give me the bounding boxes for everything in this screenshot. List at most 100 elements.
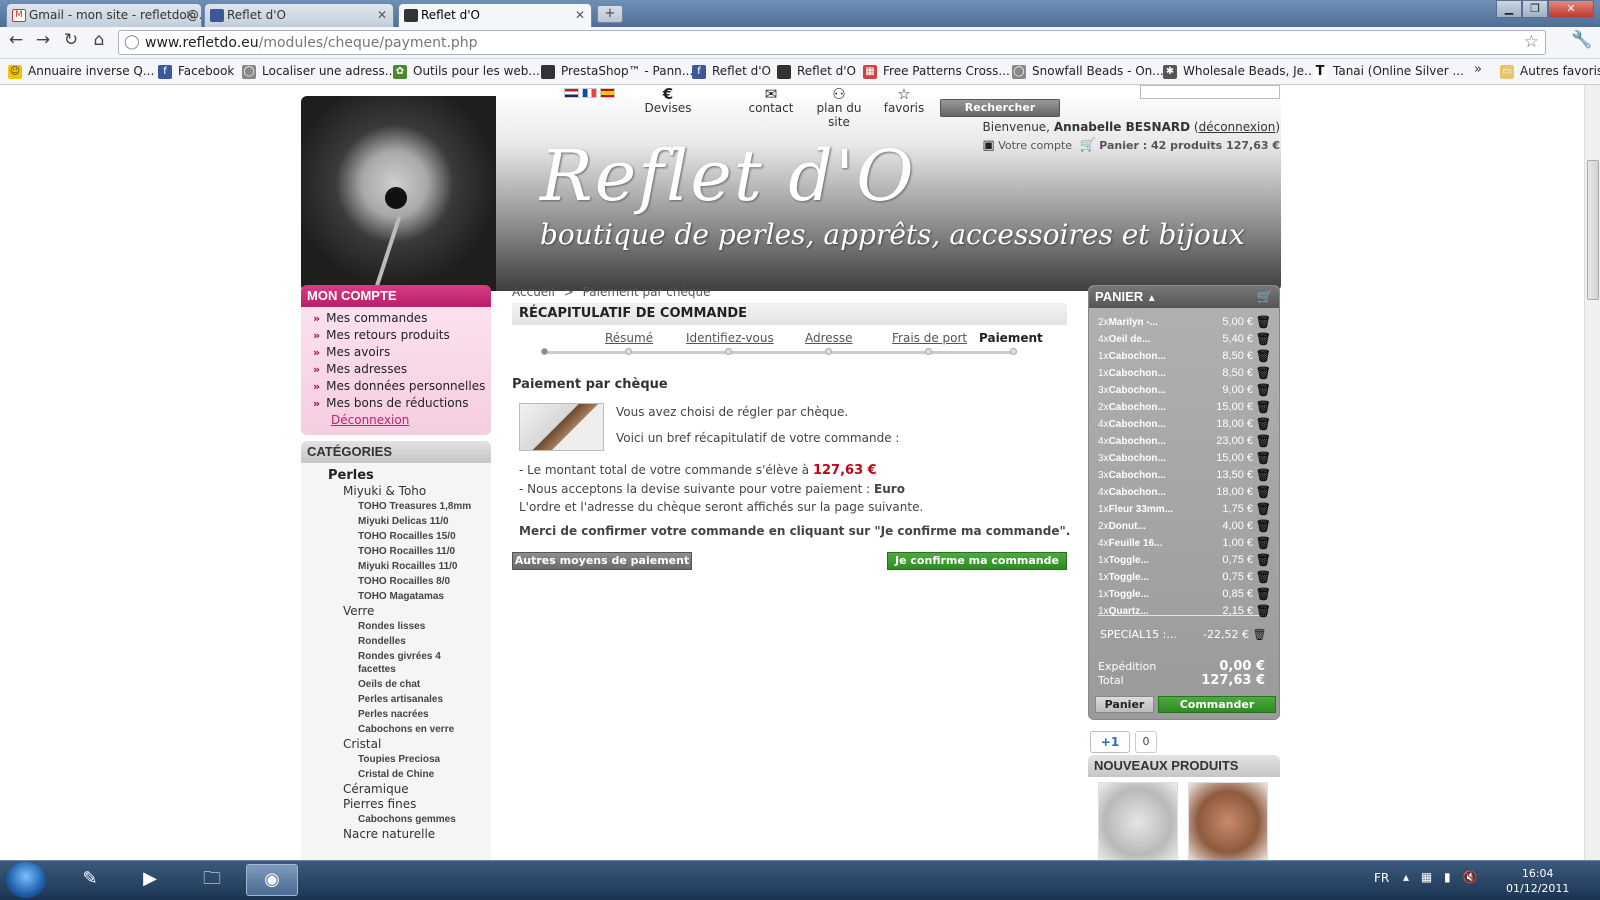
bookmark-tanai[interactable]: T Tanai (Online Silver ... bbox=[1313, 64, 1464, 79]
trash-icon[interactable]: 🗑 bbox=[1256, 467, 1271, 484]
cart-item[interactable]: 1xToggle... 0,85 € 🗑 bbox=[1098, 586, 1273, 603]
category-item[interactable]: TOHO Rocailles 8/0 bbox=[301, 574, 491, 589]
sitemap-link[interactable]: ⚇ plan du site bbox=[804, 87, 874, 130]
category-item[interactable]: Oeils de chat bbox=[301, 677, 491, 692]
category-item[interactable]: Perles artisanales bbox=[301, 692, 491, 707]
network-icon[interactable]: ▦ bbox=[1421, 870, 1432, 884]
site-logo-title[interactable]: Reflet d'O bbox=[540, 135, 916, 217]
category-item[interactable]: Cabochons gemmes bbox=[301, 812, 491, 827]
currency-selector[interactable]: € Devises bbox=[643, 87, 693, 116]
media-player-icon[interactable]: ▶ bbox=[124, 864, 176, 896]
cart-item[interactable]: 1xFleur 33mm... 1,75 € 🗑 bbox=[1098, 501, 1273, 518]
tray-expand-icon[interactable]: ▴ bbox=[1403, 870, 1409, 884]
trash-icon[interactable]: 🗑 bbox=[1256, 382, 1271, 399]
bookmark-localiser[interactable]: ◯ Localiser une adress... bbox=[242, 64, 396, 79]
bookmark-annuaire[interactable]: ☺ Annuaire inverse Q... bbox=[8, 64, 154, 79]
tab-reflet-1[interactable]: Reflet d'O ✕ bbox=[204, 3, 394, 27]
wrench-icon[interactable]: 🔧 bbox=[1570, 29, 1594, 51]
trash-icon[interactable]: 🗑 bbox=[1256, 569, 1271, 586]
trash-icon[interactable]: 🗑 bbox=[1256, 433, 1271, 450]
flag-fr-icon[interactable] bbox=[582, 88, 597, 98]
cart-item[interactable]: 4xFeuille 16... 1,00 € 🗑 bbox=[1098, 535, 1273, 552]
tab-gmail[interactable]: M Gmail - mon site - refletdo@... ✕ bbox=[6, 3, 202, 27]
category-item[interactable]: Rondes lisses bbox=[301, 619, 491, 634]
cart-item[interactable]: 1xToggle... 0,75 € 🗑 bbox=[1098, 552, 1273, 569]
menu-item-donnees[interactable]: » Mes données personnelles bbox=[313, 378, 491, 395]
category-item[interactable]: Nacre naturelle bbox=[301, 827, 491, 842]
trash-icon[interactable]: 🗑 bbox=[1256, 314, 1271, 331]
google-plus-one-button[interactable]: +1 bbox=[1090, 731, 1130, 753]
trash-icon[interactable]: 🗑 bbox=[1256, 501, 1271, 518]
logout-link[interactable]: déconnexion bbox=[1199, 120, 1276, 134]
menu-item-avoirs[interactable]: » Mes avoirs bbox=[313, 344, 491, 361]
trash-icon[interactable]: 🗑 bbox=[1256, 586, 1271, 603]
bookmark-outils[interactable]: ✿ Outils pour les web... bbox=[393, 64, 540, 79]
cart-item[interactable]: 3xCabochon... 13,50 € 🗑 bbox=[1098, 467, 1273, 484]
explorer-icon[interactable]: 🗀 bbox=[186, 864, 238, 896]
close-tab-icon[interactable]: ✕ bbox=[185, 8, 195, 22]
flag-en-icon[interactable] bbox=[564, 88, 579, 98]
cart-item[interactable]: 2xMarilyn -... 5,00 € 🗑 bbox=[1098, 314, 1273, 331]
category-item[interactable]: Cabochons en verre bbox=[301, 722, 491, 737]
category-item[interactable]: TOHO Rocailles 15/0 bbox=[301, 529, 491, 544]
search-button[interactable]: Rechercher bbox=[940, 99, 1060, 117]
cart-view-button[interactable]: Panier bbox=[1095, 696, 1154, 713]
breadcrumb-home[interactable]: Accueil bbox=[512, 285, 555, 299]
category-item[interactable]: Rondelles bbox=[301, 634, 491, 649]
start-button[interactable] bbox=[6, 862, 46, 898]
cart-item[interactable]: 2xCabochon... 15,00 € 🗑 bbox=[1098, 399, 1273, 416]
bookmarks-overflow-icon[interactable]: » bbox=[1474, 62, 1482, 77]
category-item[interactable]: Perles nacrées bbox=[301, 707, 491, 722]
clock[interactable]: 16:04 01/12/2011 bbox=[1506, 866, 1569, 896]
checkout-button[interactable]: Commander bbox=[1158, 696, 1276, 713]
new-tab-button[interactable]: + bbox=[597, 5, 623, 23]
forward-icon[interactable]: → bbox=[31, 29, 55, 51]
back-icon[interactable]: ← bbox=[4, 29, 28, 51]
step-identifiez[interactable]: Identifiez-vous bbox=[686, 331, 774, 345]
reload-icon[interactable]: ↻ bbox=[59, 29, 83, 51]
new-product-thumbnail[interactable] bbox=[1098, 782, 1178, 860]
cart-item[interactable]: 4xCabochon... 18,00 € 🗑 bbox=[1098, 484, 1273, 501]
step-frais[interactable]: Frais de port bbox=[892, 331, 967, 345]
address-bar[interactable]: ◯ www.refletdo.eu/modules/cheque/payment… bbox=[118, 30, 1546, 55]
cart-item[interactable]: 1xQuartz... 2,15 € 🗑 bbox=[1098, 603, 1273, 620]
bookmark-reflet-fb[interactable]: f Reflet d'O bbox=[692, 64, 771, 79]
category-item[interactable]: Perles bbox=[301, 467, 491, 484]
category-item[interactable]: Rondes givrées 4 facettes bbox=[301, 649, 461, 677]
trash-icon[interactable]: 🗑 bbox=[1256, 552, 1271, 569]
category-item[interactable]: TOHO Magatamas bbox=[301, 589, 491, 604]
category-item[interactable]: Miyuki Delicas 11/0 bbox=[301, 514, 491, 529]
cart-item[interactable]: 3xCabochon... 15,00 € 🗑 bbox=[1098, 450, 1273, 467]
window-close-button[interactable]: ✕ bbox=[1548, 0, 1594, 18]
cart-item[interactable]: 1xCabochon... 8,50 € 🗑 bbox=[1098, 348, 1273, 365]
volume-muted-icon[interactable]: 🔇 bbox=[1462, 870, 1477, 884]
bookmark-free-patterns[interactable]: ▦ Free Patterns Cross... bbox=[863, 64, 1010, 79]
cart-item[interactable]: 2xDonut... 4,00 € 🗑 bbox=[1098, 518, 1273, 535]
cart-item[interactable]: 1xToggle... 0,75 € 🗑 bbox=[1098, 569, 1273, 586]
flag-es-icon[interactable] bbox=[600, 88, 615, 98]
account-link[interactable]: Votre compte bbox=[998, 139, 1072, 152]
step-adresse[interactable]: Adresse bbox=[805, 331, 853, 345]
category-item[interactable]: Pierres fines bbox=[301, 797, 491, 812]
menu-item-retours[interactable]: » Mes retours produits bbox=[313, 327, 491, 344]
category-item[interactable]: Miyuki Rocailles 11/0 bbox=[301, 559, 491, 574]
category-item[interactable]: Cristal de Chine bbox=[301, 767, 491, 782]
cart-item[interactable]: 1xCabochon... 8,50 € 🗑 bbox=[1098, 365, 1273, 382]
other-payment-button[interactable]: Autres moyens de paiement bbox=[512, 552, 692, 570]
cart-item[interactable]: 4xCabochon... 23,00 € 🗑 bbox=[1098, 433, 1273, 450]
category-item[interactable]: Miyuki & Toho bbox=[301, 484, 491, 499]
tab-reflet-2[interactable]: Reflet d'O ✕ bbox=[398, 3, 592, 27]
trash-icon[interactable]: 🗑 bbox=[1256, 450, 1271, 467]
bookmark-snowfall[interactable]: ◯ Snowfall Beads - On... bbox=[1012, 64, 1164, 79]
category-item[interactable]: Céramique bbox=[301, 782, 491, 797]
trash-icon[interactable]: 🗑 bbox=[1256, 518, 1271, 535]
star-icon[interactable]: ☆ bbox=[1524, 32, 1539, 52]
confirm-order-button[interactable]: Je confirme ma commande bbox=[887, 552, 1067, 570]
new-product-thumbnail[interactable] bbox=[1188, 782, 1268, 860]
category-item[interactable]: TOHO Rocailles 11/0 bbox=[301, 544, 491, 559]
cart-item[interactable]: 3xCabochon... 9,00 € 🗑 bbox=[1098, 382, 1273, 399]
cart-item[interactable]: 4xCabochon... 18,00 € 🗑 bbox=[1098, 416, 1273, 433]
bookmark-facebook[interactable]: f Facebook bbox=[158, 64, 234, 79]
favorites-link[interactable]: ☆ favoris bbox=[881, 87, 927, 116]
menu-item-adresses[interactable]: » Mes adresses bbox=[313, 361, 491, 378]
